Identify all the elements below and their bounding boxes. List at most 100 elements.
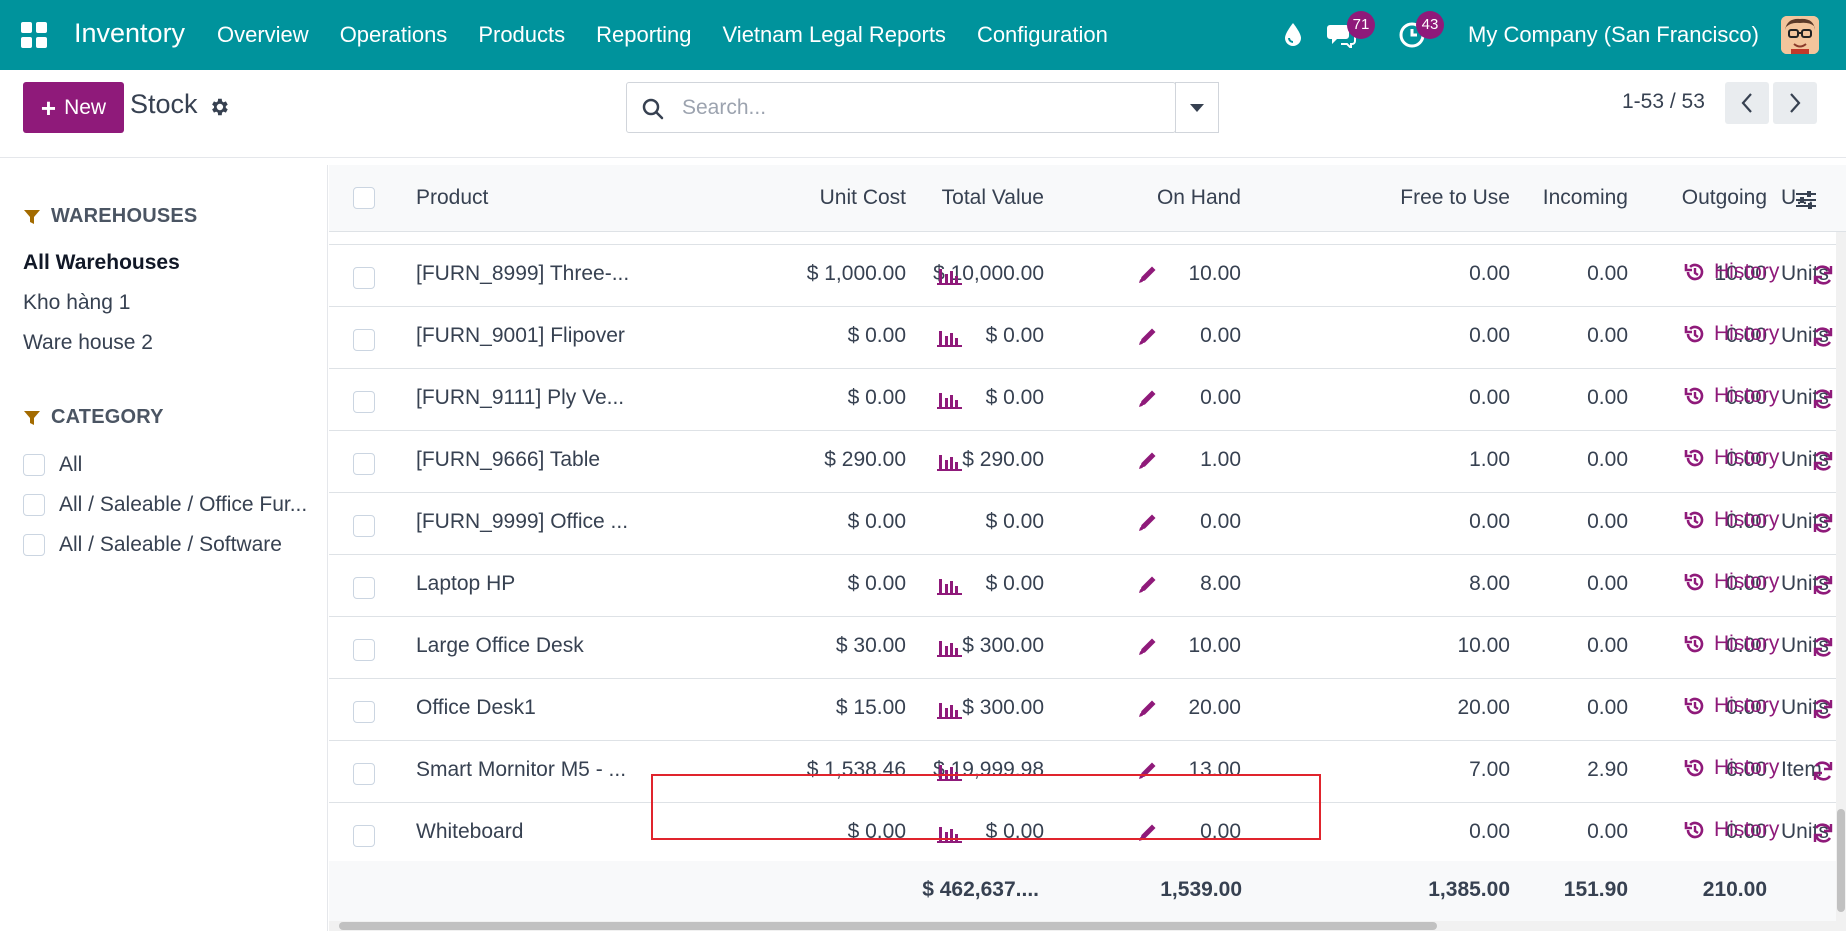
column-header-total-value[interactable]: Total Value — [884, 186, 1044, 210]
table-row[interactable]: [FURN_9999] Office ... $ 0.00 $ 0.00 0.0… — [329, 493, 1846, 555]
table-row[interactable]: [FURN_9111] Ply Ve... $ 0.00 $ 0.00 0.00… — [329, 369, 1846, 431]
company-switcher[interactable]: My Company (San Francisco) — [1468, 22, 1759, 48]
column-header-on-hand[interactable]: On Hand — [1109, 186, 1241, 210]
replenish-refresh-icon[interactable] — [1811, 388, 1835, 410]
bar-chart-icon[interactable] — [937, 823, 963, 845]
product-name[interactable]: [FURN_9666] Table — [416, 448, 600, 472]
vertical-scrollbar[interactable] — [1836, 232, 1846, 922]
apps-menu-icon[interactable] — [21, 22, 47, 48]
table-row[interactable]: Whiteboard $ 0.00 $ 0.00 0.00 0.00 0.00 … — [329, 803, 1846, 865]
category-checkbox[interactable] — [23, 454, 45, 476]
history-button[interactable]: History — [1684, 260, 1779, 284]
product-name[interactable]: Large Office Desk — [416, 634, 584, 658]
column-header-free-to-use[interactable]: Free to Use — [1329, 186, 1510, 210]
user-avatar[interactable] — [1781, 16, 1819, 54]
row-checkbox[interactable] — [353, 577, 375, 599]
gear-icon[interactable] — [208, 96, 230, 118]
pager-previous-button[interactable] — [1725, 82, 1769, 124]
product-name[interactable]: Whiteboard — [416, 820, 523, 844]
column-header-product[interactable]: Product — [416, 186, 488, 210]
history-button[interactable]: History — [1684, 322, 1779, 346]
table-row[interactable]: [FURN_8999] Three-... $ 1,000.00 $ 10,00… — [329, 245, 1846, 307]
row-checkbox[interactable] — [353, 639, 375, 661]
row-checkbox[interactable] — [353, 453, 375, 475]
product-name[interactable]: [FURN_9001] Flipover — [416, 324, 625, 348]
replenish-refresh-icon[interactable] — [1811, 636, 1835, 658]
row-checkbox[interactable] — [353, 329, 375, 351]
pencil-icon[interactable] — [1137, 263, 1159, 285]
menu-configuration[interactable]: Configuration — [977, 22, 1108, 48]
history-button[interactable]: History — [1684, 694, 1779, 718]
replenish-refresh-icon[interactable] — [1811, 698, 1835, 720]
product-name[interactable]: [FURN_9111] Ply Ve... — [416, 386, 624, 410]
pencil-icon[interactable] — [1137, 759, 1159, 781]
history-button[interactable]: History — [1684, 756, 1779, 780]
bar-chart-icon[interactable] — [937, 575, 963, 597]
select-all-checkbox[interactable] — [353, 187, 375, 209]
product-name[interactable]: Smart Mornitor M5 - ... — [416, 758, 626, 782]
bar-chart-icon[interactable] — [937, 451, 963, 473]
column-header-incoming[interactable]: Incoming — [1509, 186, 1628, 210]
product-name[interactable]: [FURN_9999] Office ... — [416, 510, 628, 534]
bar-chart-icon[interactable] — [937, 637, 963, 659]
history-button[interactable]: History — [1684, 632, 1779, 656]
pencil-icon[interactable] — [1137, 635, 1159, 657]
pencil-icon[interactable] — [1137, 573, 1159, 595]
bar-chart-icon[interactable] — [937, 327, 963, 349]
category-checkbox[interactable] — [23, 494, 45, 516]
row-checkbox[interactable] — [353, 825, 375, 847]
replenish-refresh-icon[interactable] — [1811, 450, 1835, 472]
search-options-toggle[interactable] — [1175, 82, 1219, 133]
menu-reporting[interactable]: Reporting — [596, 22, 691, 48]
pager-next-button[interactable] — [1773, 82, 1817, 124]
row-checkbox[interactable] — [353, 267, 375, 289]
product-name[interactable]: Laptop HP — [416, 572, 515, 596]
category-all[interactable]: All — [23, 453, 82, 477]
optional-columns-sliders-icon[interactable] — [1794, 189, 1818, 211]
category-office-furniture[interactable]: All / Saleable / Office Fur... — [23, 493, 307, 517]
table-row[interactable]: Office Desk1 $ 15.00 $ 300.00 20.00 20.0… — [329, 679, 1846, 741]
pencil-icon[interactable] — [1137, 449, 1159, 471]
product-name[interactable]: Office Desk1 — [416, 696, 536, 720]
bar-chart-icon[interactable] — [937, 699, 963, 721]
menu-operations[interactable]: Operations — [340, 22, 448, 48]
droplet-icon[interactable] — [1283, 22, 1303, 48]
replenish-refresh-icon[interactable] — [1811, 822, 1835, 844]
pager-value[interactable]: 1-53 / 53 — [1622, 90, 1705, 114]
bar-chart-icon[interactable] — [937, 761, 963, 783]
history-button[interactable]: History — [1684, 570, 1779, 594]
history-button[interactable]: History — [1684, 384, 1779, 408]
horizontal-scrollbar[interactable] — [329, 921, 1846, 931]
column-header-unit-cost[interactable]: Unit Cost — [684, 186, 906, 210]
pencil-icon[interactable] — [1137, 511, 1159, 533]
replenish-refresh-icon[interactable] — [1811, 574, 1835, 596]
table-row[interactable]: [FURN_9001] Flipover $ 0.00 $ 0.00 0.00 … — [329, 307, 1846, 369]
history-button[interactable]: History — [1684, 508, 1779, 532]
new-button[interactable]: + New — [23, 82, 124, 133]
table-row[interactable]: [FURN_9666] Table $ 290.00 $ 290.00 1.00… — [329, 431, 1846, 493]
warehouse-kho-hang-1[interactable]: Kho hàng 1 — [23, 291, 130, 315]
menu-overview[interactable]: Overview — [217, 22, 309, 48]
replenish-refresh-icon[interactable] — [1811, 760, 1835, 782]
table-row[interactable]: Laptop HP $ 0.00 $ 0.00 8.00 8.00 0.00 0… — [329, 555, 1846, 617]
product-name[interactable]: [FURN_8999] Three-... — [416, 262, 629, 286]
bar-chart-icon[interactable] — [937, 389, 963, 411]
row-checkbox[interactable] — [353, 701, 375, 723]
bar-chart-icon[interactable] — [937, 265, 963, 287]
menu-vietnam-legal-reports[interactable]: Vietnam Legal Reports — [723, 22, 946, 48]
history-button[interactable]: History — [1684, 818, 1779, 842]
search-input[interactable] — [682, 91, 1082, 125]
app-name[interactable]: Inventory — [74, 18, 185, 49]
category-software[interactable]: All / Saleable / Software — [23, 533, 282, 557]
row-checkbox[interactable] — [353, 763, 375, 785]
pencil-icon[interactable] — [1137, 697, 1159, 719]
replenish-refresh-icon[interactable] — [1811, 512, 1835, 534]
replenish-refresh-icon[interactable] — [1811, 264, 1835, 286]
row-checkbox[interactable] — [353, 391, 375, 413]
table-row[interactable]: Smart Mornitor M5 - ... $ 1,538.46 $ 19,… — [329, 741, 1846, 803]
pencil-icon[interactable] — [1137, 325, 1159, 347]
table-row[interactable]: Large Office Desk $ 30.00 $ 300.00 10.00… — [329, 617, 1846, 679]
category-checkbox[interactable] — [23, 534, 45, 556]
warehouse-ware-house-2[interactable]: Ware house 2 — [23, 331, 153, 355]
history-button[interactable]: History — [1684, 446, 1779, 470]
